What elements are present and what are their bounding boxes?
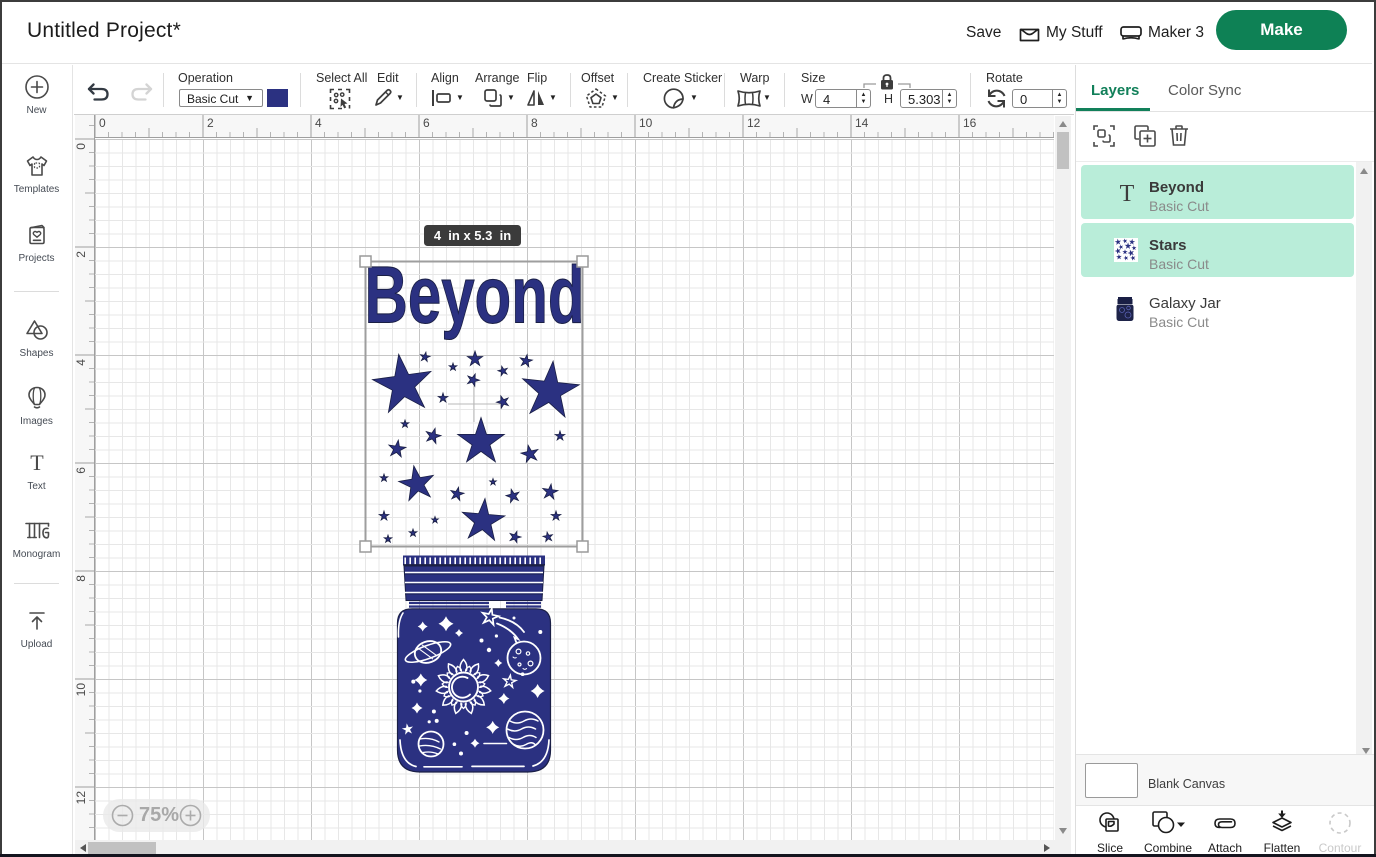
svg-text:Beyond: Beyond xyxy=(365,251,585,341)
svg-text:8: 8 xyxy=(75,575,88,582)
svg-text:T: T xyxy=(30,450,44,475)
svg-text:6: 6 xyxy=(75,467,88,474)
svg-text:10: 10 xyxy=(75,683,88,697)
svg-text:4: 4 xyxy=(75,359,88,366)
svg-text:4 in x 5.3 in: 4 in x 5.3 in xyxy=(434,228,511,243)
svg-text:0: 0 xyxy=(75,143,88,150)
svg-text:2: 2 xyxy=(75,251,88,258)
svg-text:T: T xyxy=(1120,181,1135,206)
svg-text:12: 12 xyxy=(75,791,88,805)
